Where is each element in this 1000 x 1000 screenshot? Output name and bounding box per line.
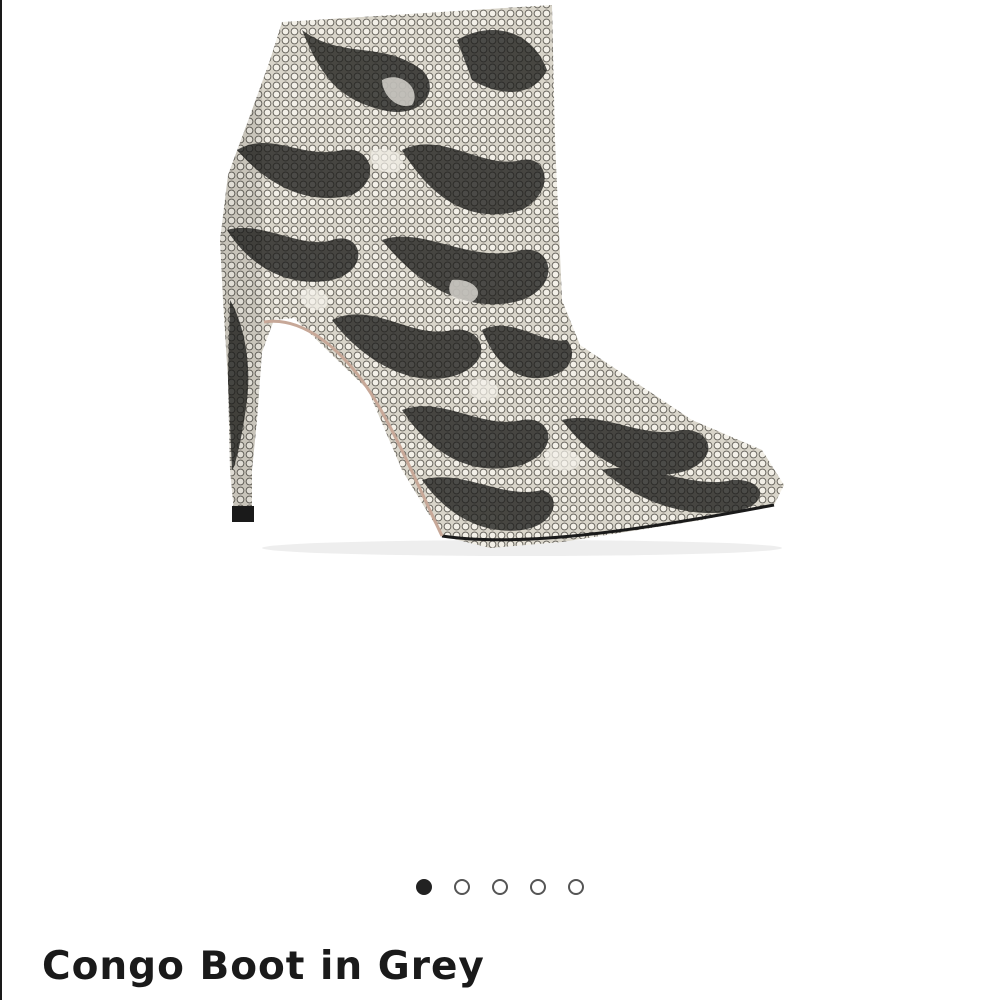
product-image-gallery[interactable] <box>2 0 1000 860</box>
snakeskin-ankle-boot-image <box>220 5 784 556</box>
carousel-dot-3[interactable] <box>492 879 508 895</box>
carousel-dot-4[interactable] <box>530 879 546 895</box>
carousel-dot-5[interactable] <box>568 879 584 895</box>
carousel-pagination <box>0 879 1000 901</box>
carousel-dot-1[interactable] <box>416 879 432 895</box>
product-title: Congo Boot in Grey <box>42 944 485 989</box>
carousel-dot-2[interactable] <box>454 879 470 895</box>
